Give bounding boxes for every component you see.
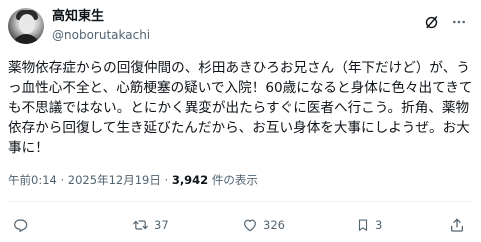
author-handle[interactable]: @noborutakachi — [52, 28, 150, 43]
share-icon — [449, 217, 465, 233]
bookmark-button[interactable]: 3 — [356, 216, 382, 234]
meta-separator: · — [60, 173, 65, 187]
share-button[interactable] — [449, 216, 465, 234]
like-icon — [242, 217, 258, 233]
post: 高知東生 @noborutakachi 薬物依存症からの回復仲間の、杉田あきひろ… — [0, 0, 481, 242]
more-icon[interactable] — [451, 14, 467, 30]
like-count: 326 — [263, 218, 285, 232]
post-text: 薬物依存症からの回復仲間の、杉田あきひろお兄さん（年下だけど）が、うっ血性心不全… — [8, 60, 473, 156]
repost-icon — [132, 217, 149, 233]
meta-separator: · — [164, 173, 169, 187]
repost-button[interactable]: 37 — [132, 216, 169, 234]
bookmark-icon — [356, 217, 370, 233]
post-header-actions — [423, 14, 467, 30]
post-meta: 午前0:14 · 2025年12月19日 · 3,942 件の表示 — [8, 173, 258, 188]
reply-button[interactable] — [12, 216, 33, 234]
avatar[interactable] — [8, 8, 44, 44]
post-time[interactable]: 午前0:14 — [8, 173, 57, 187]
reply-icon — [12, 217, 28, 233]
divider — [8, 201, 473, 202]
views-label: 件の表示 — [211, 173, 258, 187]
author-name[interactable]: 高知東生 — [52, 9, 104, 25]
like-button[interactable]: 326 — [242, 216, 285, 234]
post-date[interactable]: 2025年12月19日 — [68, 173, 161, 187]
bookmark-count: 3 — [375, 218, 383, 232]
grok-icon[interactable] — [423, 14, 439, 30]
views-count[interactable]: 3,942 — [172, 173, 208, 187]
action-bar: 37 326 3 — [8, 216, 473, 234]
repost-count: 37 — [154, 218, 169, 232]
